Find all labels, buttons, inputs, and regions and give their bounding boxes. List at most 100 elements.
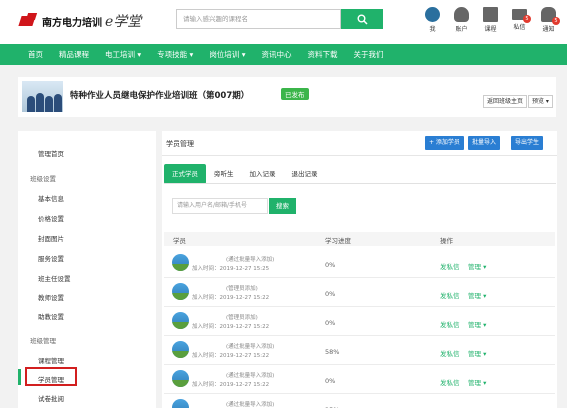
logo-subtext: e学堂 — [105, 14, 142, 30]
send-message-link[interactable]: 发私信 — [440, 290, 460, 300]
student-name-redacted — [192, 284, 222, 290]
sidebar-item-service[interactable]: 服务设置 — [38, 253, 64, 263]
student-tabs: 正式学员 旁听生 加入记录 退出记录 — [164, 164, 326, 184]
tool-label: 账户 — [455, 26, 468, 33]
student-join-time: 加入时间：2019-12-27 15:22 — [192, 324, 270, 330]
sidebar-item-head-teacher[interactable]: 班主任设置 — [38, 273, 71, 283]
student-progress: 0% — [325, 377, 336, 385]
book-icon — [483, 7, 498, 22]
batch-import-button[interactable]: 批量导入 — [468, 136, 501, 150]
student-source-note: (管理员添加) — [226, 315, 258, 321]
column-progress: 学习进度 — [325, 237, 351, 245]
student-avatar — [172, 312, 189, 329]
sidebar-item-cover[interactable]: 封面图片 — [38, 233, 64, 243]
tool-courses[interactable]: 课程 — [476, 4, 505, 33]
sidebar-item-exam-review[interactable]: 试卷批阅 — [38, 393, 64, 403]
student-progress: 0% — [325, 319, 336, 327]
tabs-divider — [164, 183, 556, 184]
manage-dropdown[interactable]: 管理 ▾ — [468, 319, 486, 329]
student-name-redacted — [192, 313, 222, 319]
sidebar-group-class-settings: 班级设置 — [30, 175, 56, 183]
divider — [162, 155, 557, 156]
top-header: 南方电力培训 e学堂 请输入感兴趣的课程名 我 账户 课程 5 私信 5 通知 — [0, 0, 567, 44]
manage-dropdown[interactable]: 管理 ▾ — [468, 377, 486, 387]
mail-icon: 5 — [512, 9, 531, 23]
send-message-link[interactable]: 发私信 — [440, 261, 460, 271]
bell-icon: 5 — [541, 7, 560, 25]
tool-me[interactable]: 我 — [418, 4, 447, 33]
sidebar-item-assistants[interactable]: 助教设置 — [38, 311, 64, 321]
manage-dropdown[interactable]: 管理 ▾ — [468, 261, 486, 271]
manage-dropdown[interactable]: 管理 ▾ — [468, 290, 486, 300]
nav-news[interactable]: 资讯中心 — [253, 44, 299, 65]
preview-dropdown[interactable]: 预览 ▾ — [528, 95, 553, 108]
export-students-button[interactable]: 导出学生 — [511, 136, 544, 150]
student-join-time: 加入时间：2019-12-27 15:22 — [192, 295, 270, 301]
student-source-note: (通过批量导入添加) — [226, 373, 275, 379]
nav-about[interactable]: 关于我们 — [345, 44, 391, 65]
back-to-class-button[interactable]: 返回班级主页 — [483, 95, 528, 108]
send-message-link[interactable]: 发私信 — [440, 377, 460, 387]
sidebar-item-price[interactable]: 价格设置 — [38, 213, 64, 223]
student-source-note: (通过批量导入添加) — [226, 402, 275, 408]
tool-label: 我 — [429, 26, 436, 33]
student-progress: 0% — [325, 290, 336, 298]
notification-count-badge: 5 — [552, 17, 560, 25]
column-actions: 操作 — [440, 237, 453, 245]
nav-downloads[interactable]: 资料下载 — [299, 44, 345, 65]
sidebar-group-class-management: 班级管理 — [30, 337, 56, 345]
sidebar-item-course-management[interactable]: 课程管理 — [38, 355, 64, 365]
nav-electrician-training[interactable]: 电工培训 ▾ — [97, 44, 149, 65]
student-source-note: (管理员添加) — [226, 286, 258, 292]
student-source-note: (通过批量导入添加) — [226, 344, 275, 350]
sidebar-item-teachers[interactable]: 教师设置 — [38, 292, 64, 302]
active-indicator — [18, 369, 21, 385]
add-student-button[interactable]: + 添加学员 — [425, 136, 464, 150]
tab-exit-records[interactable]: 退出记录 — [284, 164, 326, 184]
search-icon — [357, 14, 368, 25]
student-search-button[interactable]: 搜索 — [269, 198, 296, 214]
wallet-icon — [454, 7, 469, 22]
send-message-link[interactable]: 发私信 — [440, 348, 460, 358]
table-row: (通过批量导入添加) 加入时间：2019-12-27 15:22 0% 发私信 管理 ▾ — [164, 365, 555, 394]
table-row: (通过批量导入添加) 加入时间：2019-12-27 15:25 0% 发私信 管理 ▾ — [164, 249, 555, 278]
tool-label: 私信 — [513, 24, 526, 31]
table-header: 学员 学习进度 操作 — [164, 232, 555, 246]
manage-dropdown[interactable]: 管理 ▾ — [468, 348, 486, 358]
student-name-redacted — [192, 342, 222, 348]
search-input[interactable]: 请输入感兴趣的课程名 — [176, 9, 341, 29]
table-row: (管理员添加) 加入时间：2019-12-27 15:22 0% 发私信 管理 ▾ — [164, 307, 555, 336]
sidebar-item-basic-info[interactable]: 基本信息 — [38, 193, 64, 203]
logo-text: 南方电力培训 — [42, 17, 102, 29]
student-avatar — [172, 399, 189, 408]
student-avatar — [172, 370, 189, 387]
tab-auditors[interactable]: 旁听生 — [206, 164, 242, 184]
tool-account[interactable]: 账户 — [447, 4, 476, 33]
student-progress: 0% — [325, 261, 336, 269]
send-message-link[interactable]: 发私信 — [440, 319, 460, 329]
course-cover-image — [22, 81, 63, 112]
logo-mark-icon — [18, 12, 40, 30]
header-tools: 我 账户 课程 5 私信 5 通知 — [418, 4, 563, 33]
sidebar-item-manage-home[interactable]: 管理首页 — [38, 148, 64, 158]
site-logo[interactable]: 南方电力培训 e学堂 — [18, 11, 141, 31]
nav-special-skills[interactable]: 专项技能 ▾ — [149, 44, 201, 65]
tool-messages[interactable]: 5 私信 — [505, 4, 534, 33]
avatar-icon — [425, 7, 440, 22]
student-join-time: 加入时间：2019-12-27 15:25 — [192, 266, 270, 272]
nav-job-training[interactable]: 岗位培训 ▾ — [201, 44, 253, 65]
table-row: (管理员添加) 加入时间：2019-12-27 15:22 0% 发私信 管理 ▾ — [164, 278, 555, 307]
nav-home[interactable]: 首页 — [20, 44, 51, 65]
search-button[interactable] — [341, 9, 383, 29]
sidebar: 管理首页 班级设置 基本信息 价格设置 封面图片 服务设置 班主任设置 教师设置… — [18, 131, 156, 408]
nav-featured-courses[interactable]: 精品课程 — [51, 44, 97, 65]
tab-formal-students[interactable]: 正式学员 — [164, 164, 206, 184]
message-count-badge: 5 — [523, 15, 531, 23]
tool-notifications[interactable]: 5 通知 — [534, 4, 563, 33]
student-search-input[interactable]: 请输入用户名/邮箱/手机号 — [172, 198, 268, 214]
tool-label: 课程 — [484, 26, 497, 33]
status-badge: 已发布 — [281, 88, 309, 100]
tab-join-records[interactable]: 加入记录 — [242, 164, 284, 184]
student-avatar — [172, 283, 189, 300]
student-source-note: (通过批量导入添加) — [226, 257, 275, 263]
